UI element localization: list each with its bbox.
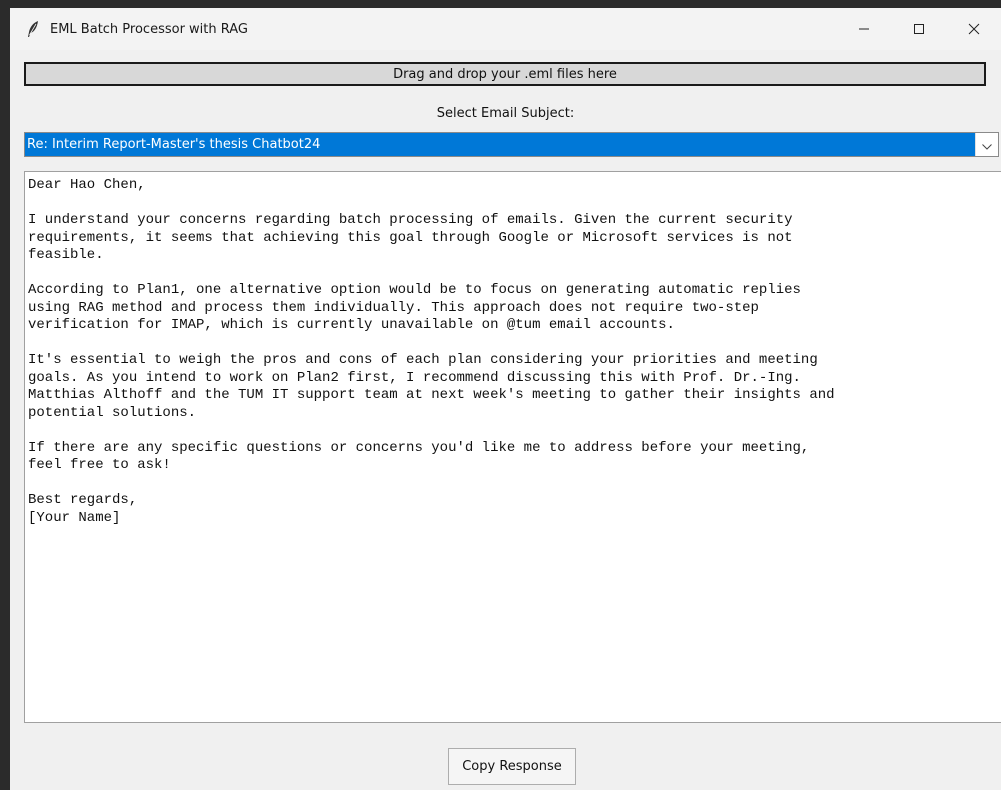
response-line: I understand your concerns regarding bat… xyxy=(28,212,793,228)
response-line: [Your Name] xyxy=(28,509,121,526)
chevron-down-icon xyxy=(982,135,992,154)
close-icon xyxy=(968,20,980,39)
window-controls xyxy=(836,8,1001,50)
response-line: It's essential to weigh the pros and con… xyxy=(28,352,818,368)
app-window: EML Batch Processor with RAG Drag and dr… xyxy=(10,8,1001,790)
minimize-button[interactable] xyxy=(836,8,891,50)
response-line: Matthias Althoff and the TUM IT support … xyxy=(28,387,835,403)
response-line: potential solutions. xyxy=(28,404,197,421)
response-line: requirements, it seems that achieving th… xyxy=(28,229,793,246)
subject-combobox-value[interactable]: Re: Interim Report-Master's thesis Chatb… xyxy=(25,133,975,156)
response-line: Best regards, xyxy=(28,492,138,508)
response-line: If there are any specific questions or c… xyxy=(28,439,810,456)
close-button[interactable] xyxy=(946,8,1001,50)
response-line: Dear Hao Chen, xyxy=(28,177,146,193)
maximize-icon xyxy=(913,20,925,39)
response-line xyxy=(28,265,998,283)
response-line xyxy=(28,475,998,493)
response-line: goals. As you intend to work on Plan2 fi… xyxy=(28,369,801,386)
drop-zone-label: Drag and drop your .eml files here xyxy=(393,66,617,82)
combobox-dropdown-button[interactable] xyxy=(975,133,998,156)
response-line: feel free to ask! xyxy=(28,457,171,473)
drop-zone[interactable]: Drag and drop your .eml files here xyxy=(24,62,986,86)
response-line xyxy=(28,195,998,213)
response-line: feasible. xyxy=(28,247,104,263)
window-title: EML Batch Processor with RAG xyxy=(50,21,249,37)
minimize-icon xyxy=(858,20,870,39)
copy-response-button[interactable]: Copy Response xyxy=(448,748,576,785)
copy-response-label: Copy Response xyxy=(462,759,562,774)
maximize-button[interactable] xyxy=(891,8,946,50)
response-line: using RAG method and process them indivi… xyxy=(28,299,759,316)
title-bar[interactable]: EML Batch Processor with RAG xyxy=(10,8,1001,50)
response-line: verification for IMAP, which is currentl… xyxy=(28,317,675,333)
subject-select-label: Select Email Subject: xyxy=(436,106,575,121)
response-line xyxy=(28,335,998,353)
feather-icon xyxy=(26,20,40,38)
response-line: According to Plan1, one alternative opti… xyxy=(28,282,801,298)
subject-combobox[interactable]: Re: Interim Report-Master's thesis Chatb… xyxy=(24,132,999,157)
response-line xyxy=(28,422,998,440)
response-textbox[interactable]: Dear Hao Chen, I understand your concerns… xyxy=(24,171,1001,723)
